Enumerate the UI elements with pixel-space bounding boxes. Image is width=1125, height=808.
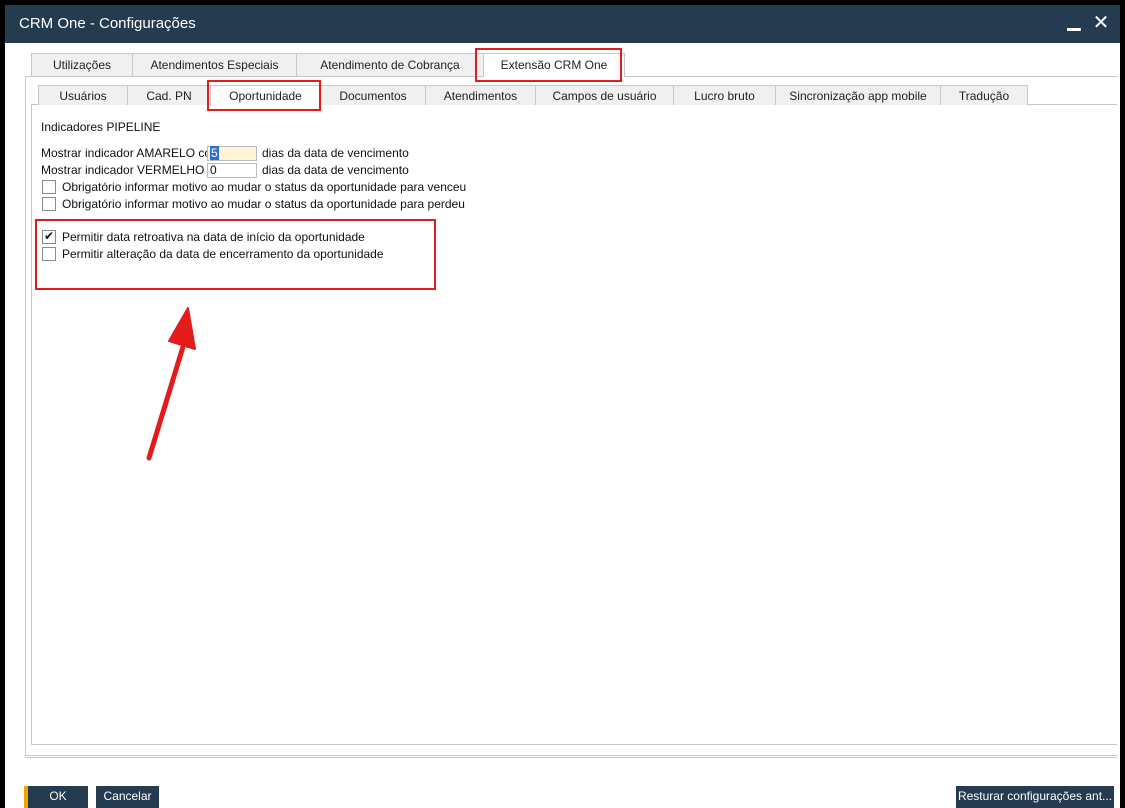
restore-settings-button[interactable]: Resturar configurações ant...: [956, 786, 1114, 808]
settings-window: CRM One - Configurações ✕ Utilizações At…: [5, 5, 1120, 808]
cancel-button[interactable]: Cancelar: [96, 786, 159, 808]
footer-divider: [25, 757, 1117, 758]
annotation-arrow-icon: [146, 307, 196, 461]
ok-button[interactable]: OK: [28, 786, 88, 808]
